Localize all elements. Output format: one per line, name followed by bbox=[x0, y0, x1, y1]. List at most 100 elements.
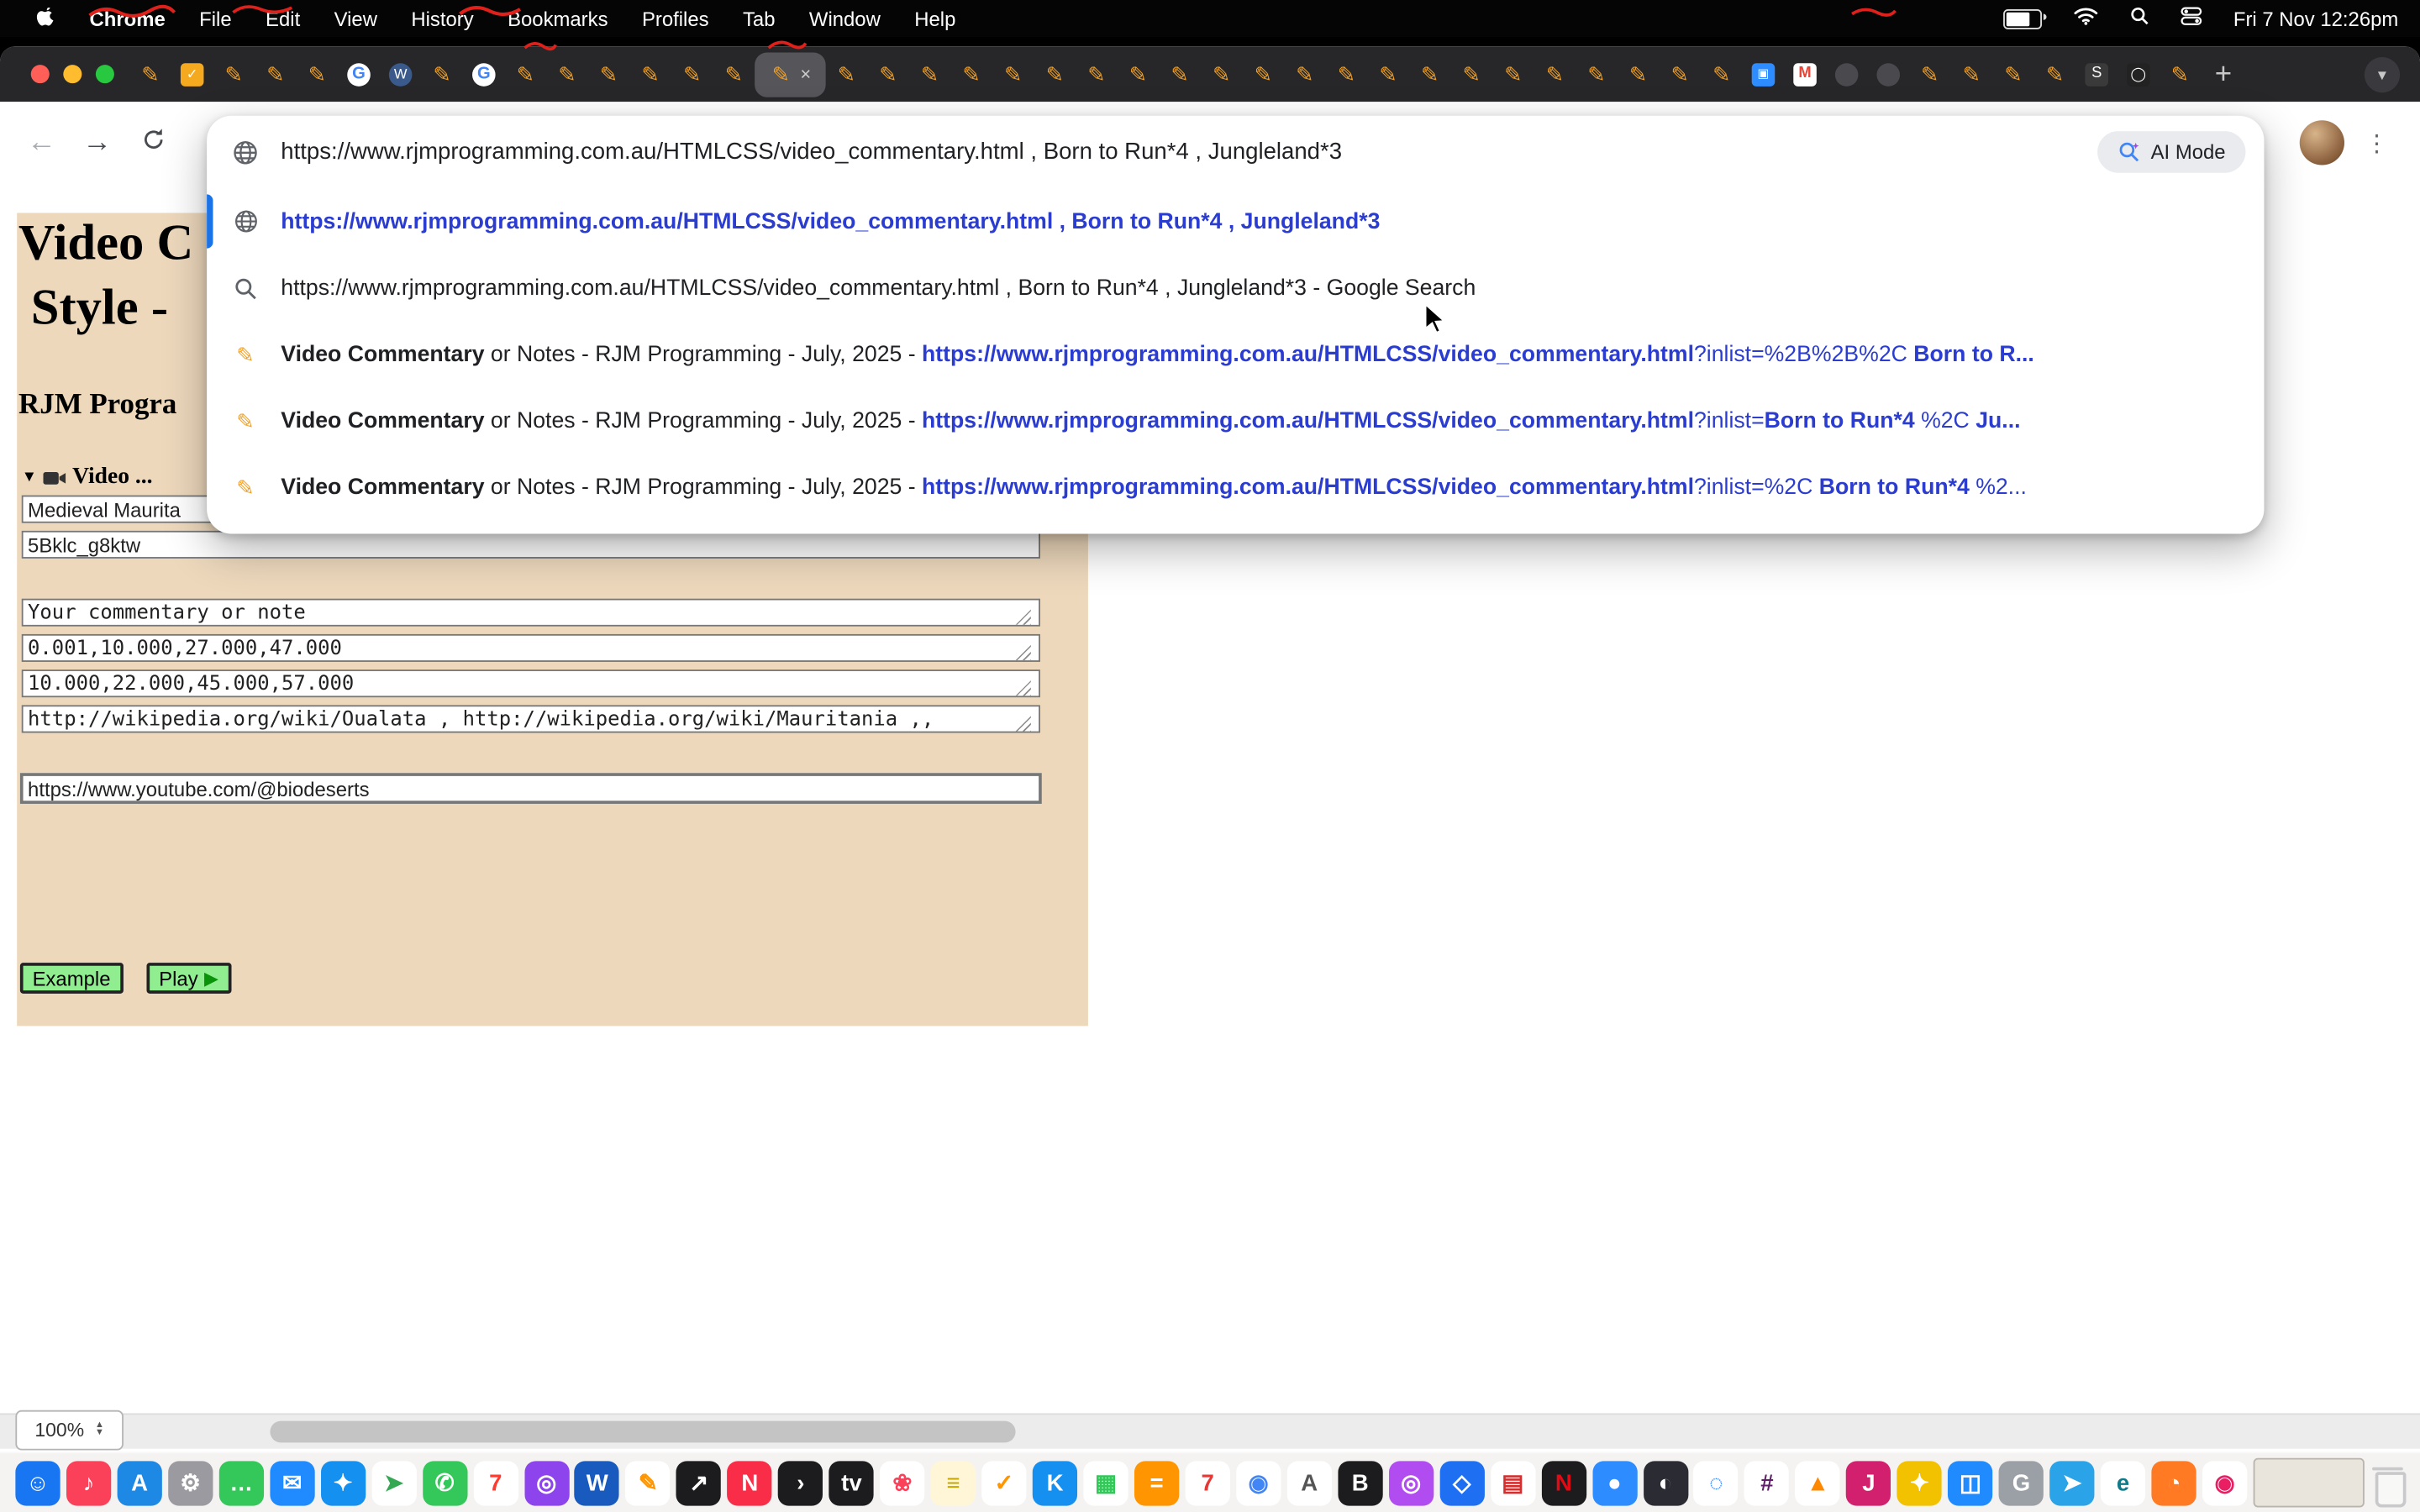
tab[interactable]: ✎ bbox=[629, 52, 671, 97]
dock-icon-news[interactable]: N bbox=[728, 1460, 772, 1504]
dock-icon-reminders[interactable]: ✓ bbox=[981, 1460, 1026, 1504]
tab[interactable]: ✎ bbox=[588, 52, 630, 97]
menu-bar-clock[interactable]: Fri 7 Nov 12:26pm bbox=[2233, 7, 2398, 30]
dock-icon-chrome[interactable]: ◉ bbox=[1236, 1460, 1281, 1504]
dock-icon-music[interactable]: ♪ bbox=[66, 1460, 111, 1504]
menu-item-app-name[interactable]: Chrome bbox=[72, 7, 182, 30]
zoom-stepper-icon[interactable]: ▲▼ bbox=[95, 1422, 104, 1437]
tab[interactable]: ✎ bbox=[1951, 52, 1993, 97]
dock-icon-onedrive[interactable]: ◌ bbox=[1694, 1460, 1739, 1504]
menu-item-profiles[interactable]: Profiles bbox=[625, 7, 726, 30]
tab-close-icon[interactable]: × bbox=[800, 65, 811, 83]
tab[interactable]: ◯ bbox=[2118, 52, 2160, 97]
tab[interactable]: ✎ bbox=[1201, 52, 1243, 97]
ai-mode-button[interactable]: AI Mode bbox=[2096, 131, 2245, 173]
dock-icon-podcast-app[interactable]: ◎ bbox=[1389, 1460, 1434, 1504]
dock-icon-facetime[interactable]: ✆ bbox=[423, 1460, 467, 1504]
tab[interactable] bbox=[1867, 52, 1909, 97]
wifi-icon[interactable] bbox=[2073, 6, 2099, 30]
dock-icon-netflix[interactable]: N bbox=[1541, 1460, 1586, 1504]
dock-icon-pages[interactable]: ✎ bbox=[626, 1460, 671, 1504]
tab[interactable]: ✎ bbox=[1284, 52, 1326, 97]
tab[interactable]: ✎ bbox=[255, 52, 297, 97]
dock-icon-terminal[interactable]: › bbox=[778, 1460, 823, 1504]
tab[interactable] bbox=[1826, 52, 1868, 97]
video-details-toggle[interactable]: ▼ Video ... bbox=[22, 465, 153, 491]
menu-item-edit[interactable]: Edit bbox=[249, 7, 318, 30]
reload-button[interactable] bbox=[129, 126, 176, 161]
dock-icon-keynote[interactable]: K bbox=[1033, 1460, 1077, 1504]
dock-icon-blender[interactable]: ◔ bbox=[2151, 1460, 2196, 1504]
example-button[interactable]: Example bbox=[20, 963, 123, 994]
spotlight-search-icon[interactable] bbox=[2130, 6, 2150, 30]
tab[interactable]: ✎ bbox=[1576, 52, 1618, 97]
links-textarea[interactable]: http://wikipedia.org/wiki/Oualata , http… bbox=[22, 705, 1040, 732]
tab[interactable]: M bbox=[1784, 52, 1826, 97]
dock-icon-telegram[interactable]: ➤ bbox=[2049, 1460, 2094, 1504]
zoom-control[interactable]: 100% ▲▼ bbox=[15, 1410, 124, 1451]
close-window-button[interactable] bbox=[31, 65, 50, 83]
dock-icon-numbers[interactable]: ▦ bbox=[1083, 1460, 1128, 1504]
commentary-textarea[interactable]: Your commentary or note bbox=[22, 599, 1040, 627]
play-button[interactable]: Play▶ bbox=[146, 963, 230, 994]
dock-icon-maps[interactable]: ➤ bbox=[371, 1460, 416, 1504]
dock-icon-word[interactable]: W bbox=[575, 1460, 619, 1504]
tab[interactable]: ✎ bbox=[546, 52, 588, 97]
menu-item-file[interactable]: File bbox=[182, 7, 249, 30]
tab[interactable]: ✎ bbox=[1992, 52, 2034, 97]
tab[interactable]: ▣ bbox=[1743, 52, 1785, 97]
control-center-icon[interactable] bbox=[2181, 6, 2202, 30]
trash-icon[interactable] bbox=[2370, 1462, 2404, 1504]
tab[interactable]: ✎ bbox=[1076, 52, 1118, 97]
tab[interactable]: ✎ bbox=[1451, 52, 1493, 97]
suggestion-row[interactable]: ✎Video Commentary or Notes - RJM Program… bbox=[207, 387, 2264, 454]
dock-icon-mail[interactable]: ✉ bbox=[270, 1460, 314, 1504]
dock-icon-bear[interactable]: B bbox=[1338, 1460, 1382, 1504]
tab[interactable]: W bbox=[380, 52, 422, 97]
dock-icon-colorsync[interactable]: ◉ bbox=[2202, 1460, 2247, 1504]
dock-icon-jetbrains[interactable]: J bbox=[1846, 1460, 1891, 1504]
dock-icon-vlc[interactable]: ▲ bbox=[1796, 1460, 1840, 1504]
tab[interactable]: ✎ bbox=[505, 52, 547, 97]
tab[interactable]: ✎ bbox=[2034, 52, 2076, 97]
dock-icon-archive[interactable]: 7 bbox=[1185, 1460, 1229, 1504]
dock-icon-photos[interactable]: ❀ bbox=[880, 1460, 924, 1504]
forward-button[interactable]: → bbox=[74, 127, 120, 160]
tab[interactable]: ✎ bbox=[1326, 52, 1368, 97]
dock-icon-obs[interactable]: ◐ bbox=[1643, 1460, 1687, 1504]
tab[interactable]: ✎ bbox=[2160, 52, 2202, 97]
tab[interactable]: ✓ bbox=[171, 52, 213, 97]
tab[interactable]: ✎ bbox=[213, 52, 255, 97]
dock-icon-zoom[interactable]: ● bbox=[1592, 1460, 1637, 1504]
dock-icon-calendar[interactable]: 7 bbox=[473, 1460, 518, 1504]
back-button[interactable]: ← bbox=[18, 127, 65, 160]
menu-item-help[interactable]: Help bbox=[897, 7, 973, 30]
battery-icon[interactable] bbox=[2003, 8, 2042, 29]
menu-item-window[interactable]: Window bbox=[792, 7, 897, 30]
horizontal-scrollbar[interactable] bbox=[0, 1413, 2420, 1448]
tab[interactable]: ✎ bbox=[421, 52, 463, 97]
menu-item-bookmarks[interactable]: Bookmarks bbox=[491, 7, 625, 30]
dock-icon-automator[interactable]: ✦ bbox=[1897, 1460, 1942, 1504]
dock-icon-safari[interactable]: ✦ bbox=[321, 1460, 366, 1504]
channel-url-input[interactable] bbox=[20, 773, 1042, 804]
dock-icon-finder[interactable]: ☺ bbox=[15, 1460, 60, 1504]
suggestion-row[interactable]: ✎Video Commentary or Notes - RJM Program… bbox=[207, 454, 2264, 520]
tab[interactable]: ✎ bbox=[950, 52, 992, 97]
tab[interactable]: ✎ bbox=[297, 52, 339, 97]
dock-icon-app-store[interactable]: A bbox=[117, 1460, 161, 1504]
suggestion-row[interactable]: https://www.rjmprogramming.com.au/HTMLCS… bbox=[207, 255, 2264, 321]
tab[interactable]: ✎ bbox=[1034, 52, 1076, 97]
tab[interactable]: S bbox=[2075, 52, 2118, 97]
site-globe-icon[interactable] bbox=[230, 138, 261, 165]
dock-icon-messages[interactable]: … bbox=[218, 1460, 263, 1504]
tab[interactable]: ✎ bbox=[1159, 52, 1201, 97]
minimized-window-thumbnail[interactable] bbox=[2254, 1458, 2365, 1508]
scrollbar-thumb[interactable] bbox=[270, 1421, 1015, 1443]
apple-menu-icon[interactable] bbox=[18, 7, 72, 30]
tab[interactable]: ✎ bbox=[1618, 52, 1660, 97]
tab[interactable]: ✎ bbox=[1534, 52, 1576, 97]
tab[interactable]: ✎ bbox=[1367, 52, 1409, 97]
dock-icon-dropbox[interactable]: ◇ bbox=[1439, 1460, 1484, 1504]
end-times-textarea[interactable]: 10.000,22.000,45.000,57.000 bbox=[22, 669, 1040, 697]
